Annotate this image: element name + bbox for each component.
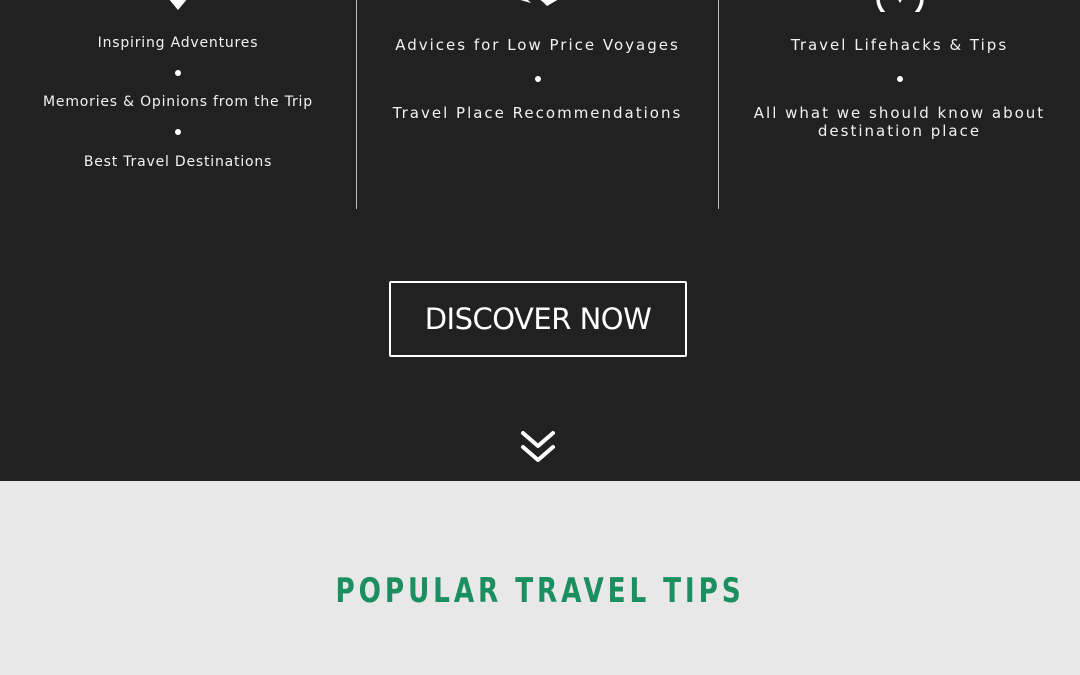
feature-item: Travel Place Recommendations bbox=[392, 104, 683, 122]
compass-icon bbox=[875, 0, 924, 12]
feature-item: Best Travel Destinations bbox=[83, 154, 273, 170]
feature-item: All what we should know about destinatio… bbox=[753, 104, 1046, 140]
double-chevron-down-icon[interactable] bbox=[520, 430, 556, 464]
plane-icon bbox=[520, 0, 557, 6]
feature-item: Memories & Opinions from the Trip bbox=[43, 94, 313, 110]
hero-dark-section: Inspiring Adventures Memories & Opinions… bbox=[0, 0, 1080, 481]
feature-column-1: Inspiring Adventures Memories & Opinions… bbox=[0, 0, 356, 209]
map-pin-icon bbox=[169, 0, 187, 10]
feature-column-2: Advices for Low Price Voyages Travel Pla… bbox=[357, 0, 718, 209]
feature-item: Inspiring Adventures bbox=[97, 35, 259, 51]
feature-column-3: Travel Lifehacks & Tips All what we shou… bbox=[719, 0, 1080, 209]
bullet-dot bbox=[175, 129, 181, 135]
section-title: POPULAR TRAVEL TIPS bbox=[335, 571, 745, 611]
popular-tips-section: POPULAR TRAVEL TIPS bbox=[0, 481, 1080, 675]
discover-now-button[interactable]: DISCOVER NOW bbox=[389, 281, 687, 357]
bullet-dot bbox=[534, 76, 541, 82]
bullet-dot bbox=[175, 70, 181, 76]
feature-item: Advices for Low Price Voyages bbox=[395, 36, 680, 54]
bullet-dot bbox=[896, 76, 903, 82]
feature-item: Travel Lifehacks & Tips bbox=[790, 36, 1009, 54]
